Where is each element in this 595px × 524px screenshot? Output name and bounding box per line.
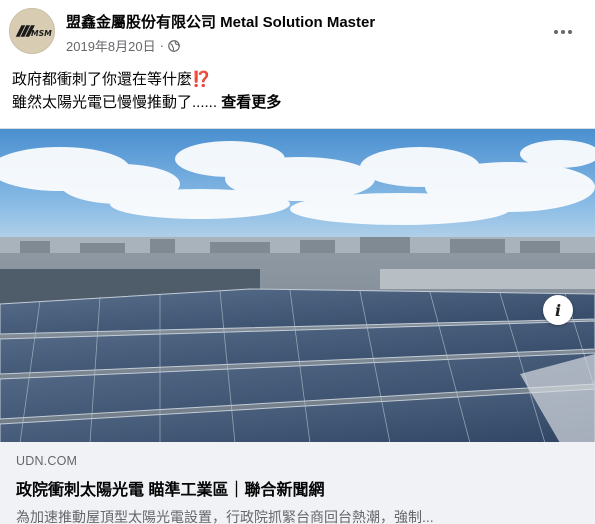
link-title[interactable]: 政院衝刺太陽光電 瞄準工業區｜聯合新聞網	[16, 476, 579, 500]
page-name-link[interactable]: 盟鑫金屬股份有限公司 Metal Solution Master	[66, 11, 375, 32]
more-options-dot	[568, 30, 572, 34]
page-avatar[interactable]: MSM	[9, 8, 55, 54]
post-text-line-2: 雖然太陽光電已慢慢推動了...... 查看更多	[12, 91, 582, 114]
exclamation-question-emoji-icon: ⁉️	[192, 71, 211, 88]
more-options-icon	[554, 30, 558, 34]
more-options-dot	[561, 30, 565, 34]
post-message: 政府都衝刺了你還在等什麼⁉️ 雖然太陽光電已慢慢推動了...... 查看更多	[12, 68, 582, 114]
post-meta: 2019年8月20日 ·	[66, 36, 180, 55]
link-domain: UDN.COM	[16, 454, 78, 468]
msm-logo-icon: MSM	[10, 9, 54, 53]
meta-separator: ·	[159, 38, 164, 53]
svg-text:MSM: MSM	[31, 29, 52, 38]
post-header: MSM 盟鑫金屬股份有限公司 Metal Solution Master 201…	[0, 0, 595, 62]
link-preview-image[interactable]	[0, 128, 595, 442]
link-preview-footer[interactable]: UDN.COM 政院衝刺太陽光電 瞄準工業區｜聯合新聞網 為加速推動屋頂型太陽光…	[0, 442, 595, 524]
post-text-1: 政府都衝刺了你還在等什麼	[12, 71, 193, 88]
see-more-link[interactable]: 查看更多	[221, 94, 281, 111]
globe-icon[interactable]	[168, 39, 180, 52]
post-text-2: 雖然太陽光電已慢慢推動了......	[12, 94, 218, 111]
post-text-line-1: 政府都衝刺了你還在等什麼⁉️	[12, 68, 582, 91]
link-description: 為加速推動屋頂型太陽光電設置，行政院抓緊台商回台熱潮，強制...	[16, 509, 434, 524]
post-date[interactable]: 2019年8月20日	[66, 36, 156, 55]
info-icon[interactable]: i	[543, 295, 573, 325]
rooftop-solar-panels-photo	[0, 129, 595, 442]
more-options-button[interactable]	[545, 18, 581, 46]
